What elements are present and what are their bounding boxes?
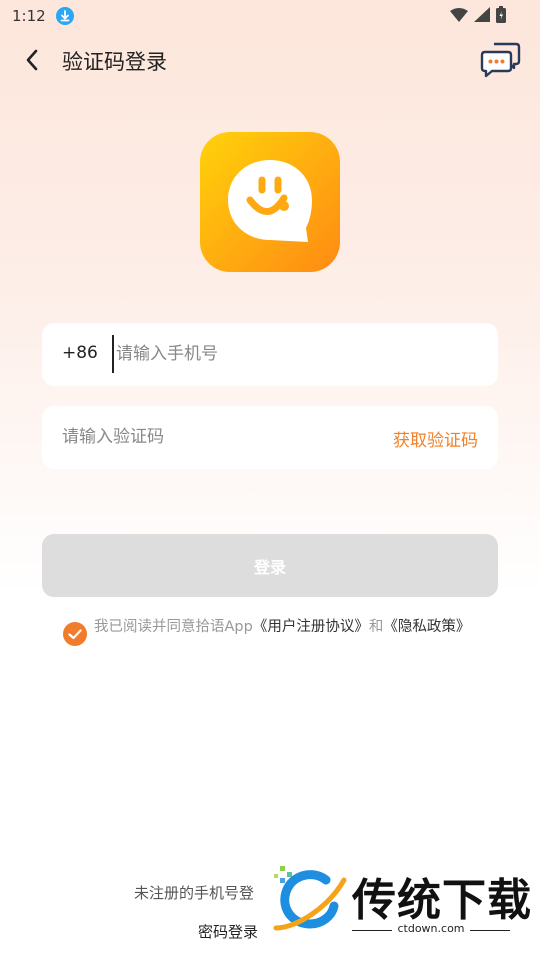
privacy-policy-link[interactable]: 《隐私政策》 xyxy=(383,619,470,635)
password-login-link[interactable]: 密码登录 xyxy=(198,921,258,942)
status-time: 1:12 xyxy=(12,7,46,25)
customer-service-button[interactable] xyxy=(480,40,522,80)
chevron-left-icon xyxy=(26,49,38,71)
page-title: 验证码登录 xyxy=(62,50,167,74)
chat-bubbles-icon xyxy=(480,42,521,78)
smiley-speech-bubble-icon xyxy=(228,160,312,242)
wifi-icon xyxy=(450,7,468,26)
watermark-logo-icon xyxy=(273,866,347,931)
status-bar: 1:12 xyxy=(0,0,540,32)
watermark-divider-right xyxy=(470,930,510,931)
agreement-row: 我已阅读并同意拾语App《用户注册协议》和《隐私政策》 xyxy=(63,618,470,646)
phone-field: +86 xyxy=(42,323,498,386)
nav-bar: 验证码登录 xyxy=(0,36,540,84)
verification-code-field: 获取验证码 xyxy=(42,406,498,469)
agreement-and: 和 xyxy=(368,619,384,635)
check-icon xyxy=(68,628,82,639)
unregistered-note: 未注册的手机号登 xyxy=(134,884,255,902)
download-notification-icon xyxy=(55,7,74,25)
agreement-checkbox[interactable] xyxy=(63,622,87,646)
country-code[interactable]: +86 xyxy=(62,343,98,363)
agreement-text: 我已阅读并同意拾语App《用户注册协议》和《隐私政策》 xyxy=(94,618,470,636)
signal-icon xyxy=(474,7,490,26)
user-agreement-link[interactable]: 《用户注册协议》 xyxy=(253,619,369,635)
login-button[interactable]: 登录 xyxy=(42,534,498,597)
verification-code-input[interactable] xyxy=(62,418,362,456)
watermark-title: 传统下载 xyxy=(352,875,532,926)
watermark-url: ctdown.com xyxy=(397,922,465,935)
watermark: 传统下载 ctdown.com xyxy=(270,862,540,940)
battery-icon xyxy=(496,6,506,27)
back-button[interactable] xyxy=(20,48,44,72)
get-code-button[interactable]: 获取验证码 xyxy=(393,426,478,451)
app-logo xyxy=(200,132,340,272)
phone-input[interactable] xyxy=(112,335,472,373)
agreement-prefix: 我已阅读并同意拾语App xyxy=(94,619,253,635)
